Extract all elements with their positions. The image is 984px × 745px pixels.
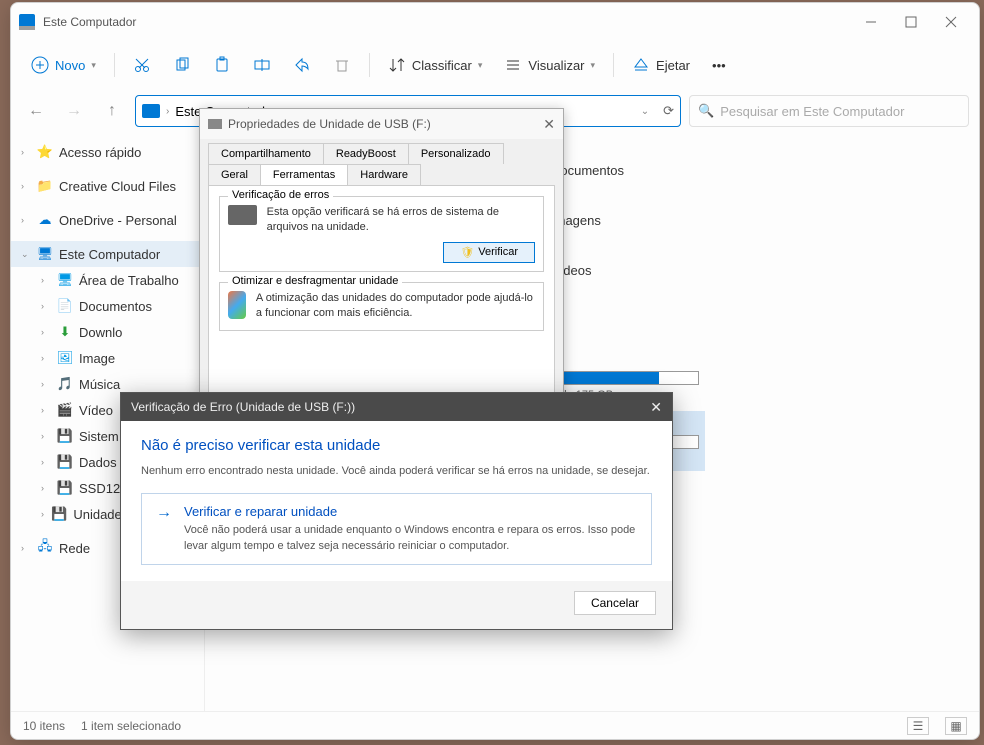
cloud-icon: ☁	[37, 212, 53, 228]
rename-icon	[253, 56, 271, 74]
close-button[interactable]: ✕	[543, 116, 555, 133]
chevron-down-icon: ▾	[478, 60, 483, 71]
sidebar-item-images[interactable]: ›🖼Image	[11, 345, 204, 371]
rename-button[interactable]	[243, 50, 281, 80]
forward-button[interactable]: →	[59, 96, 89, 126]
star-icon: ⭐	[37, 144, 53, 160]
arrow-right-icon: →	[156, 504, 172, 554]
usb-icon: 💾	[51, 506, 67, 522]
desktop-icon: 🖥	[57, 272, 73, 288]
this-pc-icon	[142, 104, 160, 118]
plus-circle-icon	[31, 56, 49, 74]
more-button[interactable]: •••	[702, 52, 736, 79]
sidebar-item-downloads[interactable]: ›⬇Downlo	[11, 319, 204, 345]
window-title: Este Computador	[43, 15, 136, 29]
back-button[interactable]: ←	[21, 96, 51, 126]
network-icon: 🖧	[37, 540, 53, 556]
tab-readyboost[interactable]: ReadyBoost	[323, 143, 409, 164]
paste-icon	[213, 56, 231, 74]
error-check-section: Verificação de erros Esta opção verifica…	[219, 196, 544, 272]
view-button[interactable]: Visualizar ▾	[494, 50, 605, 80]
sort-button[interactable]: Classificar ▾	[378, 50, 493, 80]
new-button[interactable]: Novo ▾	[21, 50, 106, 80]
toolbar: Novo ▾ Classificar ▾ Visualizar ▾ Ejetar…	[11, 41, 979, 89]
dialog-titlebar[interactable]: Verificação de Erro (Unidade de USB (F:)…	[121, 393, 672, 421]
paste-button[interactable]	[203, 50, 241, 80]
drive-icon: 💾	[57, 480, 73, 496]
sidebar-item-this-pc[interactable]: ⌄🖥Este Computador	[11, 241, 204, 267]
statusbar: 10 itens 1 item selecionado ☰ ▦	[11, 711, 979, 739]
sidebar-item-creative-cloud[interactable]: ›📁Creative Cloud Files	[11, 173, 204, 199]
share-icon	[293, 56, 311, 74]
copy-button[interactable]	[163, 50, 201, 80]
drive-icon	[208, 119, 222, 129]
titlebar: Este Computador	[11, 3, 979, 41]
cut-button[interactable]	[123, 50, 161, 80]
sidebar-item-quick-access[interactable]: ›⭐Acesso rápido	[11, 139, 204, 165]
defrag-icon	[228, 291, 246, 319]
video-icon: 🎬	[57, 402, 73, 418]
search-input[interactable]: 🔍 Pesquisar em Este Computador	[689, 95, 969, 127]
chevron-down-icon[interactable]: ⌄	[641, 106, 649, 117]
chevron-down-icon: ▾	[91, 60, 96, 71]
this-pc-icon	[19, 14, 35, 30]
search-placeholder: Pesquisar em Este Computador	[720, 104, 904, 119]
eject-button[interactable]: Ejetar	[622, 50, 700, 80]
tab-tools[interactable]: Ferramentas	[260, 164, 348, 185]
chevron-down-icon: ▾	[591, 60, 596, 71]
dialog-description: Nenhum erro encontrado nesta unidade. Vo…	[141, 464, 652, 479]
chevron-right-icon: ›	[166, 106, 169, 117]
up-button[interactable]: ↑	[97, 96, 127, 126]
cancel-button[interactable]: Cancelar	[574, 591, 656, 615]
sidebar-item-documents[interactable]: ›📄Documentos	[11, 293, 204, 319]
close-button[interactable]	[931, 7, 971, 37]
trash-icon	[333, 56, 351, 74]
tab-sharing[interactable]: Compartilhamento	[208, 143, 324, 164]
eject-icon	[632, 56, 650, 74]
tab-general[interactable]: Geral	[208, 164, 261, 185]
delete-button[interactable]	[323, 50, 361, 80]
image-icon: 🖼	[57, 350, 73, 366]
tab-hardware[interactable]: Hardware	[347, 164, 421, 185]
icons-view-button[interactable]: ▦	[945, 717, 967, 735]
selection-count: 1 item selecionado	[81, 719, 181, 733]
search-icon: 🔍	[698, 103, 714, 119]
copy-icon	[173, 56, 191, 74]
drive-icon: 💾	[57, 428, 73, 444]
dialog-heading: Não é preciso verificar esta unidade	[141, 437, 652, 454]
verify-repair-action[interactable]: → Verificar e reparar unidade Você não p…	[141, 493, 652, 565]
sidebar-item-desktop[interactable]: ›🖥Área de Trabalho	[11, 267, 204, 293]
drive-icon: 💾	[57, 454, 73, 470]
defrag-section: Otimizar e desfragmentar unidade A otimi…	[219, 282, 544, 331]
tab-custom[interactable]: Personalizado	[408, 143, 504, 164]
sort-icon	[388, 56, 406, 74]
folder-icon: 📁	[37, 178, 53, 194]
item-count: 10 itens	[23, 719, 65, 733]
monitor-icon: 🖥	[37, 246, 53, 262]
document-icon: 📄	[57, 298, 73, 314]
dialog-titlebar[interactable]: Propriedades de Unidade de USB (F:) ✕	[200, 109, 563, 139]
drive-icon	[228, 205, 257, 225]
refresh-icon[interactable]: ⟳	[663, 103, 674, 119]
close-button[interactable]: ✕	[650, 399, 662, 416]
maximize-button[interactable]	[891, 7, 931, 37]
minimize-button[interactable]	[851, 7, 891, 37]
verify-button[interactable]: 🛡 Verificar	[443, 242, 535, 263]
download-icon: ⬇	[57, 324, 73, 340]
music-icon: 🎵	[57, 376, 73, 392]
details-view-button[interactable]: ☰	[907, 717, 929, 735]
sidebar-item-onedrive[interactable]: ›☁OneDrive - Personal	[11, 207, 204, 233]
scissors-icon	[133, 56, 151, 74]
shield-icon: 🛡	[460, 246, 474, 259]
view-icon	[504, 56, 522, 74]
error-check-dialog: Verificação de Erro (Unidade de USB (F:)…	[120, 392, 673, 630]
share-button[interactable]	[283, 50, 321, 80]
